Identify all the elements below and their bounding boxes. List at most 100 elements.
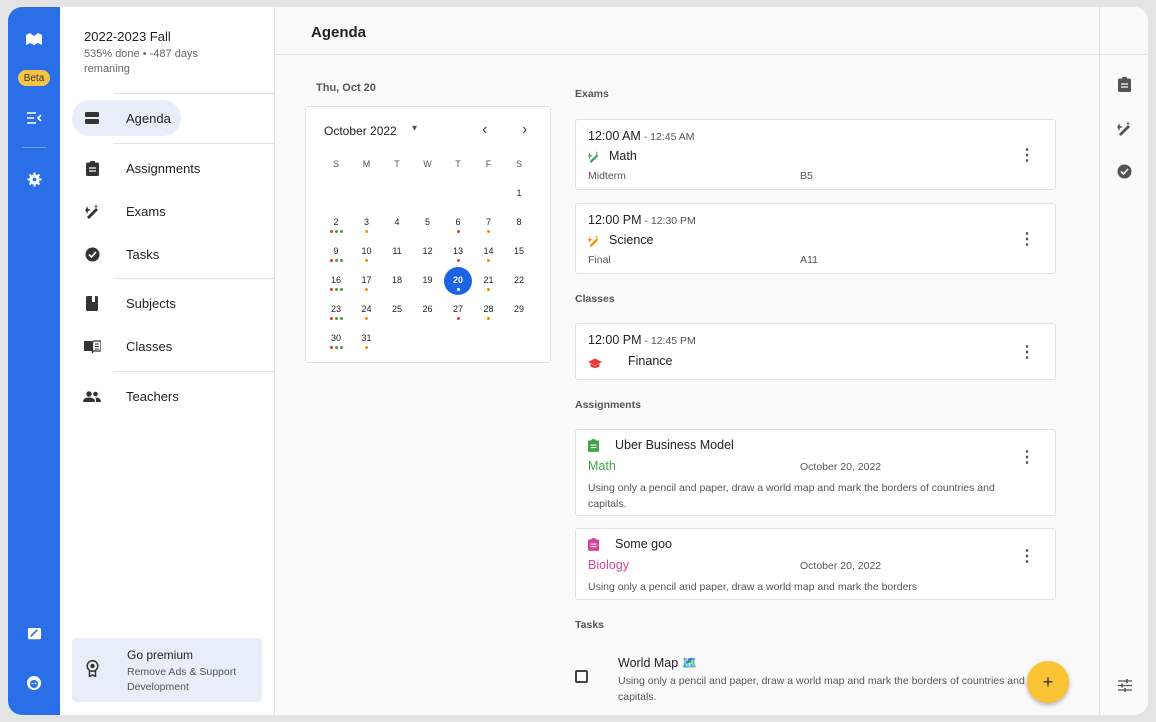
calendar-day[interactable]: 2 xyxy=(321,217,351,227)
calendar-day[interactable]: 3 xyxy=(352,217,382,227)
calendar-day[interactable]: 9 xyxy=(321,246,351,256)
calendar-day[interactable]: 23 xyxy=(321,304,351,314)
calendar-day[interactable]: 19 xyxy=(413,275,443,285)
assignment-card[interactable]: Some goo Biology October 20, 2022 Using … xyxy=(575,528,1056,600)
exam-card[interactable]: 12:00 PM - 12:30 PM Science Final A11 ⋮ xyxy=(575,203,1056,274)
exam-card[interactable]: 12:00 AM - 12:45 AM Math Midterm B5 ⋮ xyxy=(575,119,1056,190)
assignment-description: Using only a pencil and paper, draw a wo… xyxy=(588,581,918,593)
calendar-day[interactable]: 24 xyxy=(352,304,382,314)
header: Agenda xyxy=(275,7,1099,55)
calendar-day[interactable]: 8 xyxy=(504,217,534,227)
logo-icon[interactable] xyxy=(8,25,60,53)
event-dots xyxy=(352,317,382,320)
calendar-day[interactable]: 12 xyxy=(413,246,443,256)
calendar-day[interactable]: 10 xyxy=(352,246,382,256)
calendar-day[interactable]: 25 xyxy=(382,304,412,314)
calendar-day[interactable]: 26 xyxy=(413,304,443,314)
calendar-day[interactable]: 27 xyxy=(443,304,473,314)
assignment-subject: Biology xyxy=(588,558,629,572)
class-time: 12:00 PM - 12:45 PM xyxy=(588,333,696,347)
previous-month-button[interactable]: ‹ xyxy=(482,121,487,139)
calendar-month[interactable]: October 2022 xyxy=(324,124,397,138)
sidebar-item-label: Agenda xyxy=(126,110,171,126)
profile-icon[interactable] xyxy=(8,669,60,697)
sidebar-divider xyxy=(114,143,275,144)
more-options-icon[interactable]: ⋮ xyxy=(1019,342,1035,362)
weekday-label: S xyxy=(515,159,522,169)
assignment-icon xyxy=(588,538,599,556)
calendar-day[interactable]: 17 xyxy=(352,275,382,285)
sidebar-item-teachers[interactable]: Teachers xyxy=(72,378,179,414)
sidebar-divider xyxy=(114,278,275,279)
sidebar-item-assignments[interactable]: Assignments xyxy=(72,150,200,186)
calendar-day[interactable]: 16 xyxy=(321,275,351,285)
exam-room: A11 xyxy=(800,254,818,266)
sidebar-item-agenda[interactable]: Agenda xyxy=(72,100,181,136)
menu-collapse-icon[interactable] xyxy=(8,104,60,132)
sidebar-divider xyxy=(114,371,275,372)
assignment-title: Uber Business Model xyxy=(615,438,734,452)
weekday-label: T xyxy=(455,159,461,169)
calendar-day[interactable]: 13 xyxy=(443,246,473,256)
calendar-day[interactable]: 31 xyxy=(352,333,382,343)
settings-icon[interactable] xyxy=(8,165,60,193)
exam-type: Midterm xyxy=(588,170,626,182)
calendar-day[interactable]: 20 xyxy=(443,275,473,285)
calendar-day[interactable]: 22 xyxy=(504,275,534,285)
calendar-day[interactable]: 6 xyxy=(443,217,473,227)
sidebar-item-label: Assignments xyxy=(126,160,201,176)
calendar-day[interactable]: 21 xyxy=(474,275,504,285)
filter-icon[interactable] xyxy=(1100,679,1148,692)
exam-subject: Math xyxy=(609,149,637,163)
add-button[interactable]: + xyxy=(1027,661,1069,703)
sidebar-item-tasks[interactable]: Tasks xyxy=(72,236,159,272)
more-options-icon[interactable]: ⋮ xyxy=(1019,229,1035,249)
event-dots xyxy=(352,230,382,233)
assignment-due-date: October 20, 2022 xyxy=(800,560,882,572)
chevron-down-icon[interactable]: ▾ xyxy=(412,123,417,134)
section-assignments: Assignments xyxy=(575,399,641,411)
sidebar-item-exams[interactable]: Exams xyxy=(72,193,166,229)
assignment-card[interactable]: Uber Business Model Math October 20, 202… xyxy=(575,429,1056,516)
task-icon[interactable] xyxy=(1100,164,1148,179)
next-month-button[interactable]: › xyxy=(522,121,527,139)
calendar-day[interactable]: 7 xyxy=(474,217,504,227)
calendar-day[interactable]: 4 xyxy=(382,217,412,227)
sidebar-item-classes[interactable]: Classes xyxy=(72,328,172,364)
sidebar-item-label: Tasks xyxy=(126,246,160,262)
class-subject: Finance xyxy=(628,354,673,368)
award-icon xyxy=(86,659,99,682)
exam-icon xyxy=(588,150,600,168)
calendar-day[interactable]: 5 xyxy=(413,217,443,227)
calendar-day[interactable]: 11 xyxy=(382,246,412,256)
calendar-day[interactable]: 18 xyxy=(382,275,412,285)
calendar-day[interactable]: 1 xyxy=(504,188,534,198)
more-options-icon[interactable]: ⋮ xyxy=(1019,145,1035,165)
calendar-day[interactable]: 30 xyxy=(321,333,351,343)
calendar-day[interactable]: 15 xyxy=(504,246,534,256)
section-classes: Classes xyxy=(575,293,615,305)
class-card[interactable]: 12:00 PM - 12:45 PM Finance ⋮ xyxy=(575,323,1056,380)
go-premium-card[interactable]: Go premium Remove Ads & Support Developm… xyxy=(72,638,262,702)
weekday-label: S xyxy=(332,159,339,169)
calendar-day[interactable]: 14 xyxy=(474,246,504,256)
subject-icon xyxy=(72,295,112,311)
feedback-icon[interactable] xyxy=(8,620,60,648)
term-title: 2022-2023 Fall xyxy=(84,29,171,44)
premium-title: Go premium xyxy=(127,648,194,662)
more-options-icon[interactable]: ⋮ xyxy=(1019,447,1035,467)
exam-time: 12:00 PM - 12:30 PM xyxy=(588,213,696,227)
event-dots xyxy=(352,259,382,262)
assignment-icon[interactable] xyxy=(1100,77,1148,92)
calendar-day[interactable]: 28 xyxy=(474,304,504,314)
weekday-label: T xyxy=(394,159,400,169)
more-options-icon[interactable]: ⋮ xyxy=(1019,546,1035,566)
app-window: Beta 2022-2023 Fall 535% done • -487 day… xyxy=(8,7,1148,715)
sidebar-item-subjects[interactable]: Subjects xyxy=(72,285,176,321)
calendar-day[interactable]: 29 xyxy=(504,304,534,314)
exam-subject: Science xyxy=(609,233,654,247)
task-checkbox[interactable] xyxy=(575,670,588,683)
event-dots xyxy=(474,317,504,320)
assignment-due-date: October 20, 2022 xyxy=(800,461,882,473)
exam-icon[interactable] xyxy=(1100,121,1148,136)
